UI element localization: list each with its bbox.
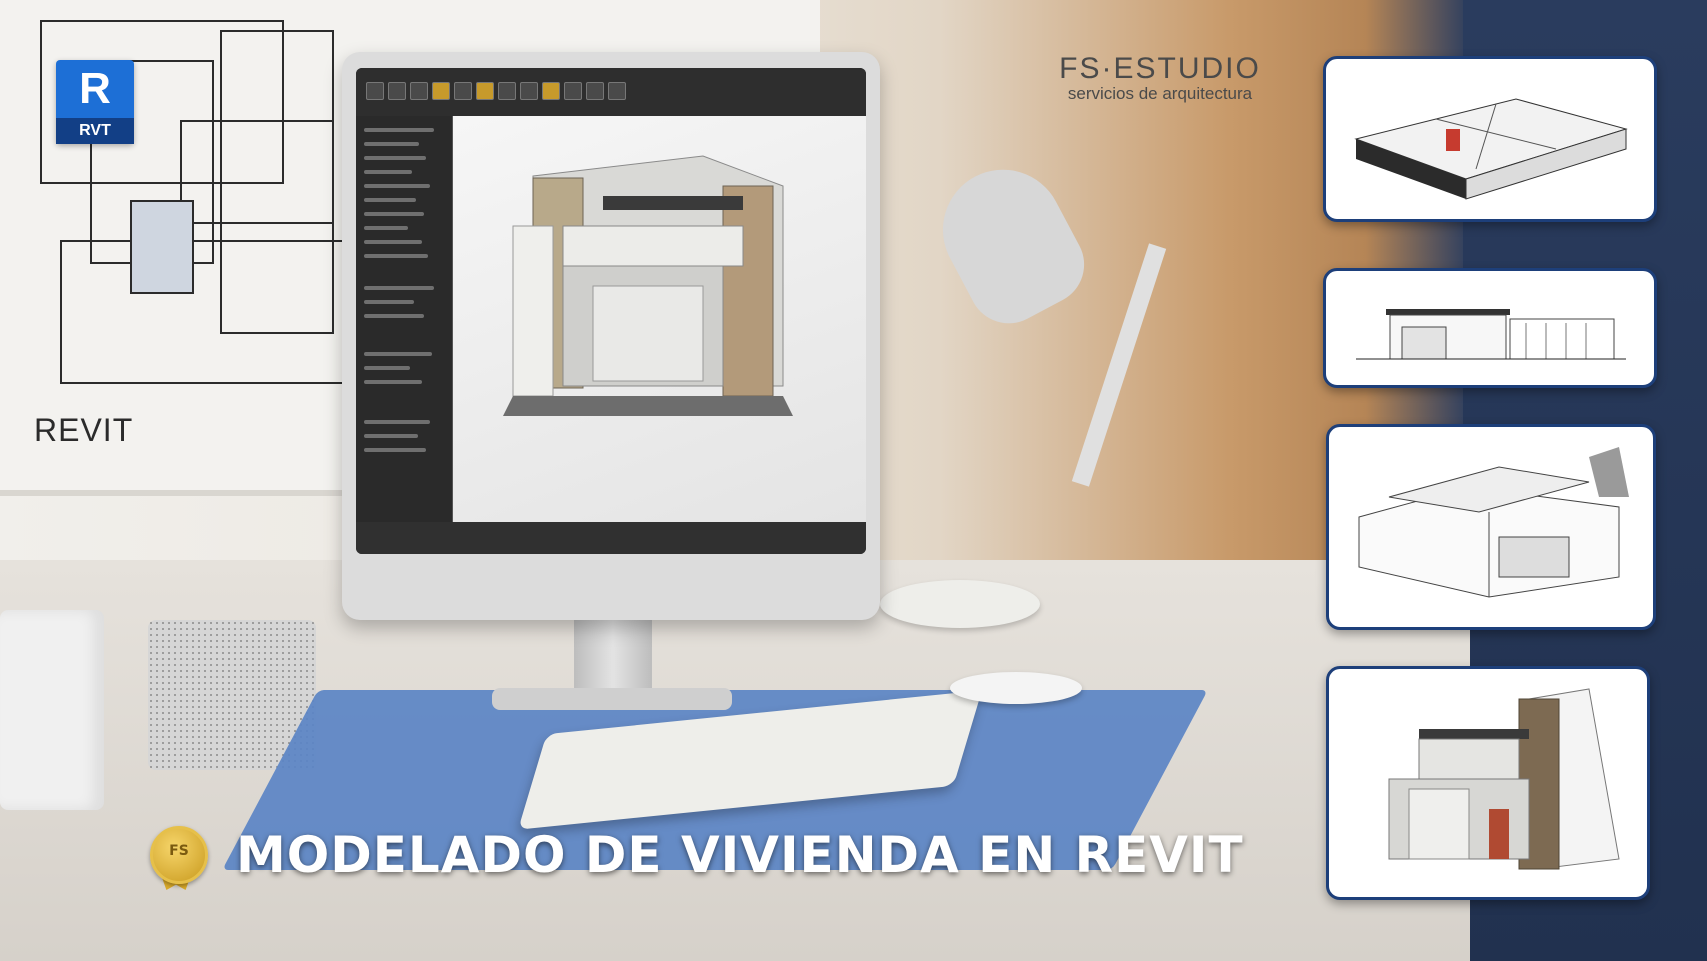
- toolbar-icon[interactable]: [366, 82, 384, 100]
- browser-item[interactable]: [364, 226, 408, 230]
- toolbar-icon[interactable]: [410, 82, 428, 100]
- monitor: [342, 52, 880, 710]
- axonometric-line-image: [1358, 447, 1629, 598]
- thumbnail-3d-floor-plan[interactable]: [1323, 56, 1657, 222]
- toolbar-icon[interactable]: [476, 82, 494, 100]
- revit-logo: R RVT: [56, 60, 134, 144]
- mouse: [950, 672, 1082, 704]
- 3d-viewport[interactable]: [453, 116, 866, 522]
- browser-item[interactable]: [364, 314, 424, 318]
- browser-item[interactable]: [364, 254, 428, 258]
- thumbnail-3d-axonometric[interactable]: [1326, 424, 1656, 630]
- toolbar-icon[interactable]: [432, 82, 450, 100]
- browser-item[interactable]: [364, 128, 434, 132]
- house-model-3d: [503, 155, 793, 416]
- monitor-stand: [574, 620, 652, 690]
- front-elevation-image: [1356, 309, 1626, 360]
- browser-item[interactable]: [364, 300, 414, 304]
- coaster: [880, 580, 1040, 628]
- toolbar-icon[interactable]: [388, 82, 406, 100]
- toolbar-icon[interactable]: [608, 82, 626, 100]
- revit-logo-letter: R: [79, 64, 111, 113]
- page-title: MODELADO DE VIVIENDA EN REVIT: [236, 826, 1244, 884]
- toolbar-icon[interactable]: [586, 82, 604, 100]
- seal-text: FS: [169, 843, 189, 859]
- browser-item[interactable]: [364, 448, 426, 452]
- browser-item[interactable]: [364, 156, 426, 160]
- revit-screen: [356, 68, 866, 554]
- thumbnail-front-elevation[interactable]: [1323, 268, 1657, 388]
- brand-logo: FS·ESTUDIO servicios de arquitectura: [1040, 52, 1280, 104]
- browser-item[interactable]: [364, 240, 422, 244]
- browser-item[interactable]: [364, 184, 430, 188]
- browser-item[interactable]: [364, 352, 432, 356]
- revit-ribbon-toolbar: [356, 68, 866, 117]
- project-browser-panel: [356, 116, 453, 522]
- browser-item[interactable]: [364, 420, 430, 424]
- toolbar-icon[interactable]: [564, 82, 582, 100]
- browser-item[interactable]: [364, 142, 419, 146]
- browser-item[interactable]: [364, 380, 422, 384]
- brand-tagline: servicios de arquitectura: [1067, 84, 1253, 103]
- wall-label: REVIT: [34, 412, 134, 448]
- pencil-cup: [0, 610, 104, 810]
- facade-render-image: [1388, 688, 1620, 870]
- thumbnail-3d-facade[interactable]: [1326, 666, 1650, 900]
- blueprint-line: [130, 200, 194, 294]
- monitor-frame: [342, 52, 880, 620]
- revit-logo-tag: RVT: [56, 118, 134, 144]
- toolbar-icon[interactable]: [520, 82, 538, 100]
- toolbar-icon[interactable]: [498, 82, 516, 100]
- browser-item[interactable]: [364, 212, 424, 216]
- toolbar-icon[interactable]: [542, 82, 560, 100]
- browser-item[interactable]: [364, 170, 412, 174]
- browser-item[interactable]: [364, 434, 418, 438]
- fs-seal-badge: FS: [150, 826, 208, 884]
- browser-item[interactable]: [364, 366, 410, 370]
- revit-status-bar: [356, 522, 866, 554]
- monitor-stand-base: [492, 688, 732, 710]
- floor-plan-3d-image: [1354, 98, 1628, 200]
- blueprint-line: [220, 30, 334, 334]
- toolbar-icon[interactable]: [454, 82, 472, 100]
- browser-item[interactable]: [364, 286, 434, 290]
- brand-name: FS·ESTUDIO: [1059, 52, 1261, 85]
- browser-item[interactable]: [364, 198, 416, 202]
